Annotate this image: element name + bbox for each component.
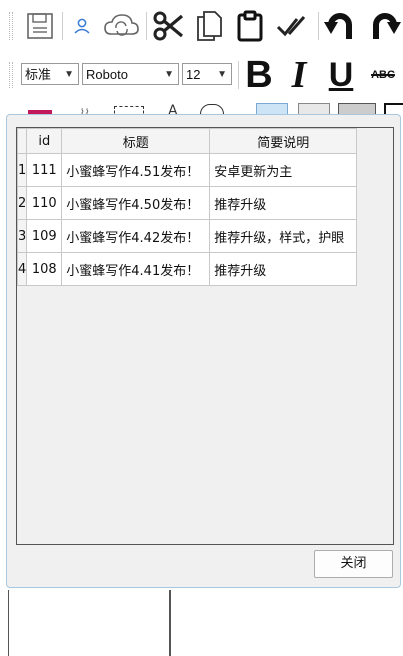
cell-title[interactable]: 小蜜蜂写作4.50发布！ (61, 186, 211, 220)
style-select-value: 标准 (25, 67, 52, 82)
row-number[interactable]: 3 (16, 219, 28, 253)
bold-button[interactable]: B (244, 54, 274, 96)
release-notes-dialog: id 标题 简要说明 1 111 小蜜蜂写作4.51发布！ 安卓更新为主 2 1… (6, 114, 401, 588)
check-all-icon[interactable] (274, 12, 310, 40)
chevron-down-icon: ▼ (64, 69, 74, 80)
cell-description[interactable]: 推荐升级，样式，护眼 (209, 219, 358, 253)
table-row[interactable]: 1 111 小蜜蜂写作4.51发布！ 安卓更新为主 (16, 153, 358, 187)
strikethrough-button[interactable]: ABC (364, 64, 402, 86)
save-icon[interactable] (24, 10, 56, 42)
italic-button[interactable]: I (284, 54, 314, 96)
column-header-description[interactable]: 简要说明 (209, 128, 358, 154)
underline-button[interactable]: U (326, 54, 356, 96)
column-header-id[interactable]: id (26, 128, 63, 154)
toolbar-grip[interactable] (9, 12, 13, 40)
cloud-sync-icon[interactable] (101, 10, 141, 42)
cell-description[interactable]: 安卓更新为主 (209, 153, 358, 187)
cell-title[interactable]: 小蜜蜂写作4.42发布！ (61, 219, 211, 253)
left-pane[interactable] (8, 590, 170, 656)
user-icon[interactable] (68, 12, 96, 40)
chevron-down-icon: ▼ (164, 69, 174, 80)
cell-id[interactable]: 109 (26, 219, 63, 253)
cell-description[interactable]: 推荐升级 (209, 186, 358, 220)
cell-id[interactable]: 111 (26, 153, 63, 187)
close-button[interactable]: 关闭 (314, 550, 393, 578)
toolbar-separator (62, 12, 63, 40)
font-size-select[interactable]: 12 ▼ (182, 63, 232, 85)
cell-title[interactable]: 小蜜蜂写作4.41发布！ (61, 252, 211, 286)
release-table-frame: id 标题 简要说明 1 111 小蜜蜂写作4.51发布！ 安卓更新为主 2 1… (16, 127, 394, 545)
toolbar-separator (146, 12, 147, 40)
cell-id[interactable]: 108 (26, 252, 63, 286)
cell-description[interactable]: 推荐升级 (209, 252, 358, 286)
cut-icon[interactable] (150, 8, 186, 44)
row-number[interactable]: 4 (16, 252, 28, 286)
column-header-title[interactable]: 标题 (61, 128, 211, 154)
main-toolbar (0, 0, 403, 52)
font-size-value: 12 (186, 67, 201, 82)
format-toolbar: 标准 ▼ Roboto ▼ 12 ▼ B I U ABC (0, 52, 403, 98)
cell-id[interactable]: 110 (26, 186, 63, 220)
undo-icon[interactable] (322, 8, 360, 44)
table-row[interactable]: 3 109 小蜜蜂写作4.42发布！ 推荐升级，样式，护眼 (16, 219, 358, 253)
chevron-down-icon: ▼ (217, 69, 227, 80)
release-table: id 标题 简要说明 1 111 小蜜蜂写作4.51发布！ 安卓更新为主 2 1… (16, 128, 358, 286)
style-select[interactable]: 标准 ▼ (21, 63, 79, 85)
editor-pane[interactable] (170, 590, 403, 656)
toolbar-grip[interactable] (9, 62, 13, 88)
toolbar-separator (318, 12, 319, 40)
font-select[interactable]: Roboto ▼ (82, 63, 179, 85)
font-select-value: Roboto (86, 67, 128, 82)
toolbar-separator (238, 61, 239, 89)
cell-title[interactable]: 小蜜蜂写作4.51发布！ (61, 153, 211, 187)
table-row[interactable]: 4 108 小蜜蜂写作4.41发布！ 推荐升级 (16, 252, 358, 286)
copy-icon[interactable] (193, 8, 225, 44)
row-number[interactable]: 2 (16, 186, 28, 220)
table-row[interactable]: 2 110 小蜜蜂写作4.50发布！ 推荐升级 (16, 186, 358, 220)
paste-icon[interactable] (234, 8, 266, 44)
redo-icon[interactable] (364, 8, 403, 44)
table-corner[interactable] (16, 128, 28, 154)
row-number[interactable]: 1 (16, 153, 28, 187)
